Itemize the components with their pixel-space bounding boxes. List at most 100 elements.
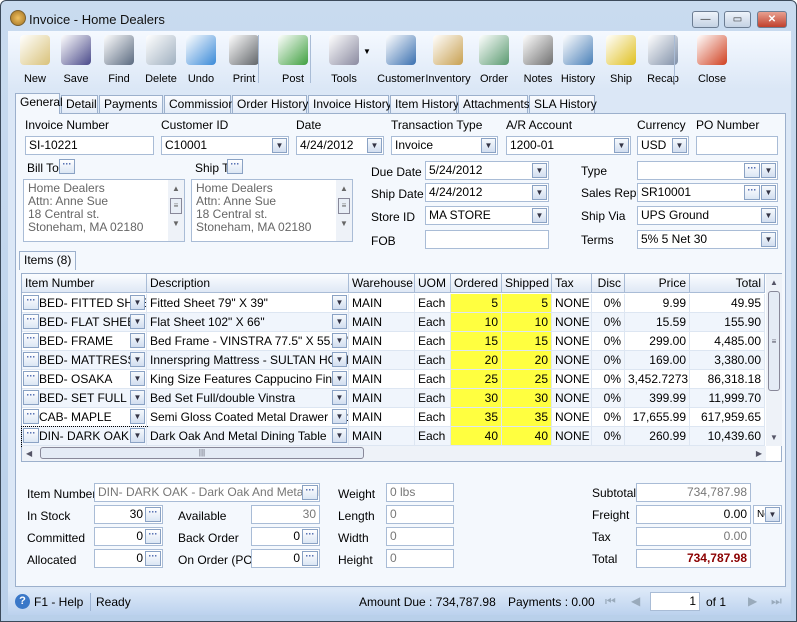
sales-rep-input-chevron-down-icon[interactable]: ▼ bbox=[761, 185, 776, 200]
ship-to-address[interactable]: Home Dealers Attn: Anne Sue 18 Central st.… bbox=[191, 179, 353, 242]
tab-payments[interactable]: Payments bbox=[99, 95, 163, 113]
item-ellipsis-icon[interactable]: ··· bbox=[23, 295, 39, 310]
back-order-input-ellipsis-icon[interactable]: ··· bbox=[302, 529, 318, 544]
grid-cell[interactable]: 260.99 bbox=[625, 427, 690, 446]
store-id-input[interactable]: MA STORE ▼ bbox=[425, 206, 549, 225]
tab-sla-history[interactable]: SLA History bbox=[529, 95, 597, 113]
grid-cell[interactable]: 40 bbox=[451, 427, 502, 446]
recap-button[interactable]: Recap bbox=[640, 31, 686, 89]
grid-cell[interactable]: 10 bbox=[451, 313, 502, 332]
item-chevron-down-icon[interactable]: ▼ bbox=[130, 314, 145, 329]
grid-cell[interactable]: NONE bbox=[552, 408, 592, 427]
currency-input-chevron-down-icon[interactable]: ▼ bbox=[672, 138, 687, 153]
description-chevron-down-icon[interactable]: ▼ bbox=[332, 409, 347, 424]
item-ellipsis-icon[interactable]: ··· bbox=[23, 314, 39, 329]
tab-attachments[interactable]: Attachments bbox=[458, 95, 530, 113]
grid-cell[interactable]: 20 bbox=[451, 351, 502, 370]
grid-cell[interactable]: 0% bbox=[592, 408, 625, 427]
store-id-input-chevron-down-icon[interactable]: ▼ bbox=[532, 208, 547, 223]
grid-cell[interactable]: MAIN bbox=[349, 351, 415, 370]
item-ellipsis-icon[interactable]: ··· bbox=[23, 352, 39, 367]
item-ellipsis-icon[interactable]: ··· bbox=[23, 409, 39, 424]
last-page-icon[interactable]: ⏭ bbox=[771, 594, 782, 609]
transaction-type-input-chevron-down-icon[interactable]: ▼ bbox=[481, 138, 496, 153]
grid-cell[interactable]: 0% bbox=[592, 294, 625, 313]
grid-cell[interactable]: MAIN bbox=[349, 389, 415, 408]
grid-cell[interactable]: 5 bbox=[451, 294, 502, 313]
date-input-chevron-down-icon[interactable]: ▼ bbox=[367, 138, 382, 153]
fob-input[interactable] bbox=[425, 230, 549, 249]
help-label[interactable]: F1 - Help bbox=[34, 595, 83, 609]
close-button[interactable]: Close bbox=[689, 31, 735, 89]
grid-cell[interactable]: Each bbox=[415, 351, 451, 370]
grid-cell[interactable]: NONE bbox=[552, 351, 592, 370]
ar-account-input-chevron-down-icon[interactable]: ▼ bbox=[614, 138, 629, 153]
grid-cell[interactable]: King Size Features Cappucino Finish ▼ bbox=[147, 370, 349, 389]
committed-input[interactable]: 0 ··· bbox=[94, 527, 163, 546]
grid-cell[interactable]: Flat Sheet 102" X 66" ▼ bbox=[147, 313, 349, 332]
maximize-button[interactable]: ▭ bbox=[724, 11, 751, 28]
freight-input[interactable]: 0.00 bbox=[636, 505, 751, 524]
grid-cell[interactable]: 17,655.99 bbox=[625, 408, 690, 427]
description-chevron-down-icon[interactable]: ▼ bbox=[332, 371, 347, 386]
sales-rep-input-ellipsis-icon[interactable]: ··· bbox=[744, 185, 760, 200]
type-input[interactable]: ▼ ··· bbox=[637, 161, 778, 180]
ship-via-input[interactable]: UPS Ground ▼ bbox=[637, 206, 778, 225]
grid-cell[interactable]: 10 bbox=[502, 313, 552, 332]
minimize-button[interactable]: — bbox=[692, 11, 719, 28]
width-input[interactable]: 0 bbox=[386, 527, 454, 546]
grid-cell[interactable]: 5 bbox=[502, 294, 552, 313]
column-header-price[interactable]: Price bbox=[625, 274, 690, 293]
ship-date-input-chevron-down-icon[interactable]: ▼ bbox=[532, 185, 547, 200]
column-header-description[interactable]: Description bbox=[147, 274, 349, 293]
column-header-shipped[interactable]: Shipped bbox=[502, 274, 552, 293]
due-date-input-chevron-down-icon[interactable]: ▼ bbox=[532, 163, 547, 178]
grid-cell[interactable]: Fitted Sheet 79" X 39" ▼ bbox=[147, 294, 349, 313]
grid-cell[interactable]: 4,485.00 bbox=[690, 332, 765, 351]
grid-cell[interactable]: 15.59 bbox=[625, 313, 690, 332]
item-ellipsis-icon[interactable]: ··· bbox=[23, 333, 39, 348]
freight-method-select-chevron-down-icon[interactable]: ▼ bbox=[765, 507, 780, 522]
terms-input[interactable]: 5% 5 Net 30 ▼ bbox=[637, 230, 778, 249]
length-input[interactable]: 0 bbox=[386, 505, 454, 524]
grid-cell[interactable]: NONE bbox=[552, 294, 592, 313]
detail-item-number-input-ellipsis-icon[interactable]: ··· bbox=[302, 485, 318, 500]
grid-cell[interactable]: MAIN bbox=[349, 427, 415, 446]
grid-cell[interactable]: 617,959.65 bbox=[690, 408, 765, 427]
grid-cell[interactable]: MAIN bbox=[349, 294, 415, 313]
tab-general[interactable]: General bbox=[15, 93, 63, 114]
column-header-total[interactable]: Total bbox=[690, 274, 765, 293]
grid-cell[interactable]: 35 bbox=[502, 408, 552, 427]
grid-cell[interactable]: 49.95 bbox=[690, 294, 765, 313]
grid-cell[interactable]: 3,380.00 bbox=[690, 351, 765, 370]
ar-account-input[interactable]: 1200-01 ▼ bbox=[506, 136, 631, 155]
allocated-input[interactable]: 0 ··· bbox=[94, 549, 163, 568]
description-chevron-down-icon[interactable]: ▼ bbox=[332, 295, 347, 310]
grid-cell[interactable]: BED- MATTRESS ··· ▼ bbox=[22, 351, 147, 370]
committed-input-ellipsis-icon[interactable]: ··· bbox=[145, 529, 161, 544]
item-chevron-down-icon[interactable]: ▼ bbox=[130, 371, 145, 386]
item-chevron-down-icon[interactable]: ▼ bbox=[130, 333, 145, 348]
tab-invoice-history[interactable]: Invoice History bbox=[308, 95, 392, 113]
grid-cell[interactable]: NONE bbox=[552, 313, 592, 332]
column-header-disc[interactable]: Disc bbox=[592, 274, 625, 293]
grid-cell[interactable]: 20 bbox=[502, 351, 552, 370]
tab-items[interactable]: Items (8) bbox=[19, 251, 77, 270]
grid-cell[interactable]: MAIN bbox=[349, 313, 415, 332]
tab-detail[interactable]: Detail bbox=[61, 95, 98, 113]
first-page-icon[interactable]: ⏮ bbox=[605, 594, 616, 609]
grid-cell[interactable]: 11,999.70 bbox=[690, 389, 765, 408]
item-chevron-down-icon[interactable]: ▼ bbox=[130, 409, 145, 424]
grid-cell[interactable]: DIN- DARK OAK ··· ▼ bbox=[21, 426, 148, 447]
grid-cell[interactable]: 35 bbox=[451, 408, 502, 427]
item-chevron-down-icon[interactable]: ▼ bbox=[130, 390, 145, 405]
grid-cell[interactable]: NONE bbox=[552, 389, 592, 408]
bill-to-ellipsis-button[interactable]: ··· bbox=[59, 159, 75, 174]
customer-id-input[interactable]: C10001 ▼ bbox=[161, 136, 289, 155]
grid-cell[interactable]: NONE bbox=[552, 427, 592, 446]
date-input[interactable]: 4/24/2012 ▼ bbox=[296, 136, 384, 155]
total-input[interactable]: 734,787.98 bbox=[636, 549, 751, 568]
detail-item-number-input[interactable]: DIN- DARK OAK - Dark Oak And Metal Dinin… bbox=[94, 483, 320, 502]
grid-cell[interactable]: CAB- MAPLE ··· ▼ bbox=[22, 408, 147, 427]
description-chevron-down-icon[interactable]: ▼ bbox=[332, 390, 347, 405]
